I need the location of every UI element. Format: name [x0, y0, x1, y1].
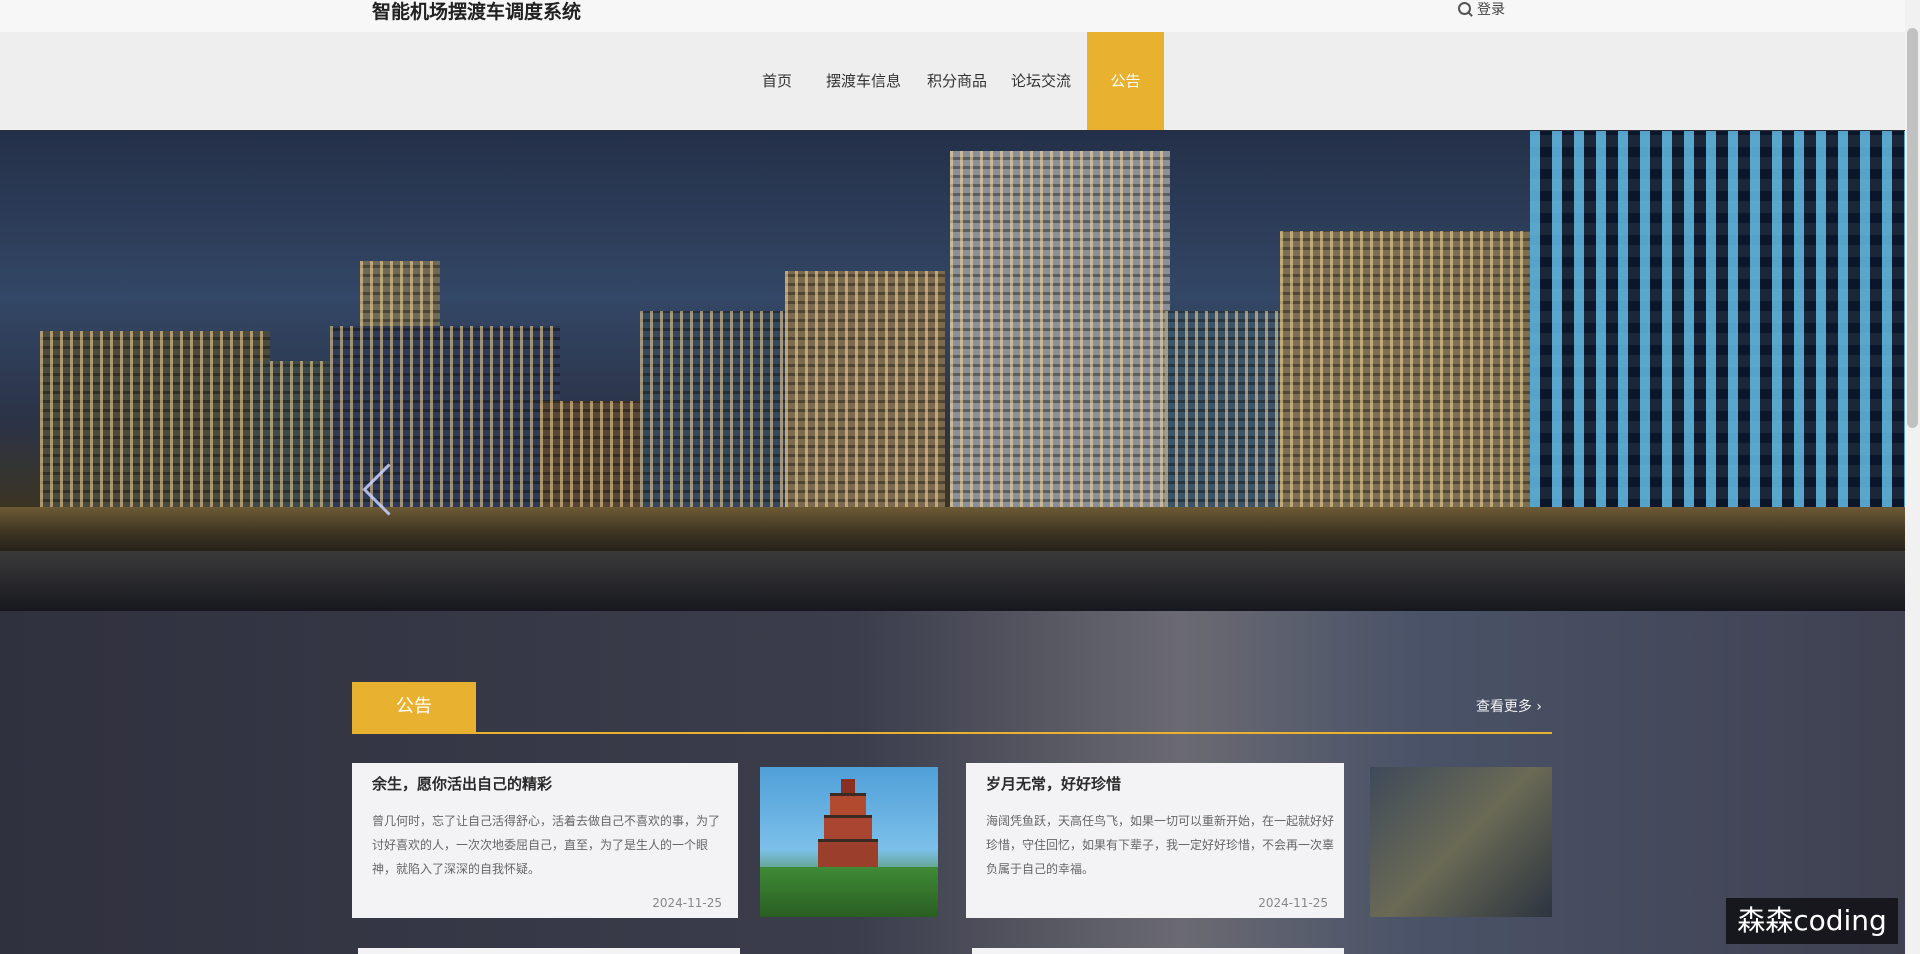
banner-carousel[interactable] — [0, 131, 1905, 611]
user-icon — [1458, 2, 1471, 15]
pagoda-tier — [824, 815, 872, 842]
nav-forum[interactable]: 论坛交流 — [1011, 70, 1071, 91]
nav-home[interactable]: 首页 — [762, 70, 792, 91]
notice-thumbnail[interactable] — [1370, 767, 1552, 917]
nav-notice[interactable]: 公告 — [1087, 32, 1164, 130]
scrollbar-thumb[interactable] — [1907, 28, 1918, 428]
building — [1165, 311, 1285, 511]
notice-excerpt: 海阔凭鱼跃，天高任鸟飞，如果一切可以重新开始，在一起就好好珍惜，守住回忆，如果有… — [986, 814, 1335, 876]
notice-card-next-row — [358, 948, 740, 954]
building — [1530, 131, 1905, 531]
top-bar: 智能机场摆渡车调度系统 登录 — [0, 0, 1905, 33]
notice-excerpt: 曾几何时，忘了让自己活得舒心，活着去做自己不喜欢的事，为了讨好喜欢的人，一次次地… — [372, 814, 721, 876]
login-label: 登录 — [1477, 2, 1505, 18]
bridge — [0, 507, 1905, 553]
building — [540, 401, 650, 511]
notice-date: 2024-11-25 — [1258, 896, 1328, 910]
nav-shuttle-info[interactable]: 摆渡车信息 — [826, 70, 901, 91]
notice-date: 2024-11-25 — [652, 896, 722, 910]
building — [330, 326, 560, 511]
video-watermark: 森森coding — [1726, 898, 1898, 944]
notice-section-header: 公告 查看更多 › — [352, 682, 1552, 734]
notice-tab[interactable]: 公告 — [352, 682, 476, 732]
main-nav: 首页 摆渡车信息 积分商品 论坛交流 公告 — [0, 32, 1905, 130]
river — [0, 551, 1905, 611]
pagoda-roof — [841, 779, 855, 793]
trees — [760, 867, 938, 917]
notice-thumbnail-pagoda[interactable] — [760, 767, 938, 917]
pagoda-tier — [818, 839, 878, 870]
notice-title: 岁月无常，好好珍惜 — [986, 775, 1122, 793]
notice-title: 余生，愿你活出自己的精彩 — [372, 775, 553, 793]
site-title: 智能机场摆渡车调度系统 — [372, 1, 582, 23]
building — [950, 151, 1170, 511]
notice-card-next-row — [972, 948, 1344, 954]
login-link[interactable]: 登录 — [1458, 0, 1505, 20]
building — [40, 331, 270, 511]
content-area — [0, 611, 1905, 954]
view-more-link[interactable]: 查看更多 › — [1476, 682, 1542, 732]
building — [785, 271, 945, 511]
nav-points-shop[interactable]: 积分商品 — [927, 70, 987, 91]
notice-card[interactable]: 岁月无常，好好珍惜 海阔凭鱼跃，天高任鸟飞，如果一切可以重新开始，在一起就好好珍… — [966, 763, 1344, 918]
notice-card[interactable]: 余生，愿你活出自己的精彩 曾几何时，忘了让自己活得舒心，活着去做自己不喜欢的事，… — [352, 763, 738, 918]
building — [640, 311, 790, 511]
building — [1280, 231, 1570, 511]
